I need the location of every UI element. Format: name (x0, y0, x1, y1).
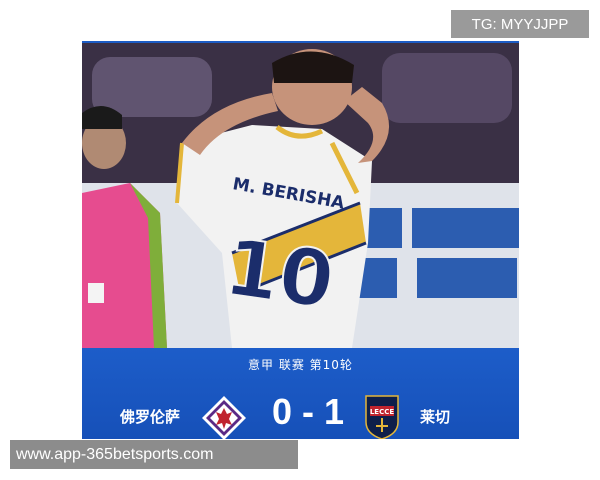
round-label: 意甲 联赛 第10轮 (248, 358, 353, 372)
lecce-badge-text: LECCE (370, 408, 395, 416)
match-score: 0 - 1 (271, 391, 345, 432)
match-card: M. BERISHA 10 意甲 联赛 第10轮 佛罗伦萨 0 - 1 LECC… (82, 41, 519, 439)
away-team-name: 莱切 (420, 408, 451, 426)
website-watermark: www.app-365betsports.com (10, 440, 298, 469)
home-team-name: 佛罗伦萨 (120, 408, 181, 426)
scoreboard-bar: 意甲 联赛 第10轮 佛罗伦萨 0 - 1 LECCE 莱切 (82, 348, 519, 439)
jersey-number: 10 (219, 223, 339, 327)
fiorentina-logo-icon (202, 396, 246, 439)
telegram-watermark: TG: MYYJJPP (451, 10, 589, 38)
player-photo: M. BERISHA 10 (82, 43, 519, 348)
lecce-logo-icon: LECCE (365, 395, 399, 439)
